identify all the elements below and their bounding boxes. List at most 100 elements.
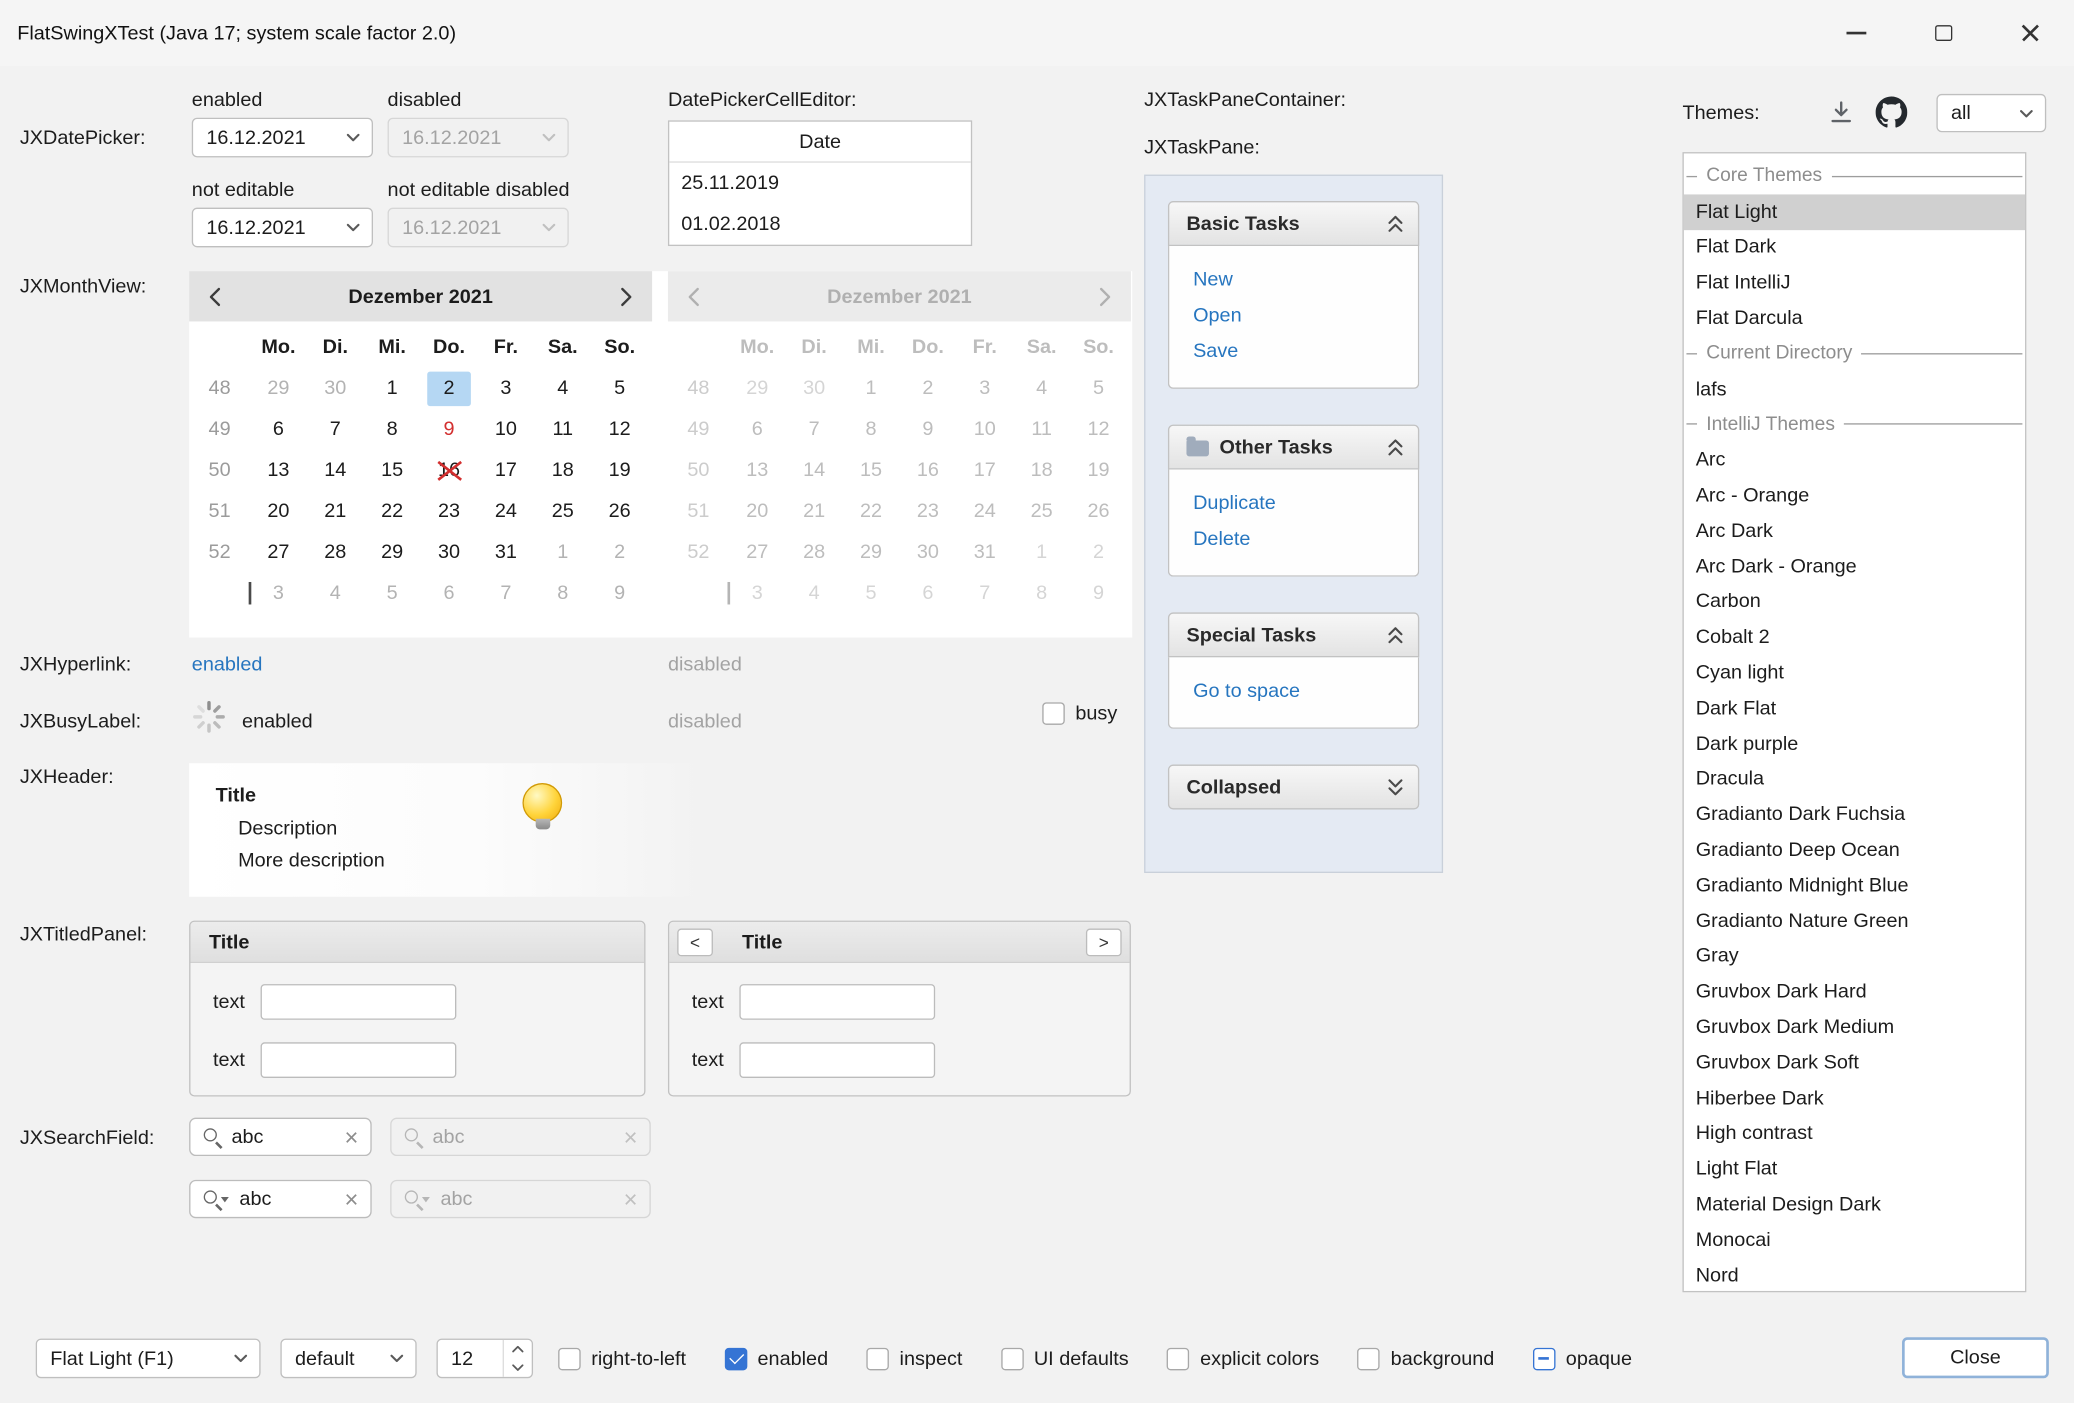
datepicker-enabled[interactable]: 16.12.2021 (192, 118, 373, 158)
search-input[interactable] (239, 1188, 335, 1210)
text-input[interactable] (261, 1042, 457, 1078)
calendar-day[interactable]: 1 (364, 368, 421, 409)
search-field-enabled[interactable]: × (189, 1118, 372, 1156)
calendar-day[interactable]: 5 (364, 573, 421, 614)
look-and-feel-combo[interactable]: Flat Light (F1) (36, 1339, 261, 1379)
checkbox-background[interactable]: background (1358, 1347, 1495, 1369)
checkbox-ui-defaults[interactable]: UI defaults (1001, 1347, 1129, 1369)
theme-item[interactable]: High contrast (1684, 1116, 2025, 1151)
hyperlink-enabled[interactable]: enabled (192, 653, 263, 675)
calendar-day[interactable]: 29 (364, 532, 421, 573)
checkbox-box[interactable] (1167, 1347, 1189, 1369)
theme-item[interactable]: Cyan light (1684, 655, 2025, 690)
theme-item[interactable]: Nord (1684, 1257, 2025, 1292)
theme-item[interactable]: Cobalt 2 (1684, 619, 2025, 654)
next-month-button[interactable] (620, 286, 632, 306)
taskpane-link[interactable]: Open (1193, 298, 1418, 334)
theme-item[interactable]: Arc (1684, 442, 2025, 477)
calendar-day[interactable]: 23 (421, 491, 478, 532)
checkbox-box[interactable] (724, 1347, 746, 1369)
theme-item[interactable]: Light Flat (1684, 1151, 2025, 1186)
checkbox-enabled[interactable]: enabled (724, 1347, 828, 1369)
calendar-day[interactable]: 29 (250, 368, 307, 409)
datepicker-not-editable[interactable]: 16.12.2021 (192, 208, 373, 248)
calendar-day[interactable]: 21 (307, 491, 364, 532)
font-family-combo[interactable]: default (280, 1339, 416, 1379)
table-row[interactable]: 01.02.2018 (669, 204, 971, 245)
table-row[interactable]: 25.11.2019 (669, 163, 971, 204)
calendar-day[interactable]: 31 (477, 532, 534, 573)
calendar-day[interactable]: 22 (364, 491, 421, 532)
calendar-day[interactable]: 24 (477, 491, 534, 532)
theme-item[interactable]: Dark purple (1684, 726, 2025, 761)
checkbox-explicit-colors[interactable]: explicit colors (1167, 1347, 1319, 1369)
taskpane-titlebar[interactable]: Basic Tasks (1168, 201, 1419, 246)
theme-item[interactable]: Gray (1684, 938, 2025, 973)
taskpane-titlebar[interactable]: Collapsed (1168, 765, 1419, 810)
theme-item[interactable]: Gradianto Midnight Blue (1684, 868, 2025, 903)
calendar-day[interactable]: 19 (591, 450, 648, 491)
clear-icon[interactable]: × (345, 1187, 359, 1211)
calendar-day[interactable]: 6 (421, 573, 478, 614)
chevron-down-icon[interactable] (234, 1354, 247, 1362)
calendar-day[interactable]: 3 (477, 368, 534, 409)
calendar-day[interactable]: 6 (250, 409, 307, 450)
font-size-spinner[interactable]: 12 (436, 1339, 533, 1379)
taskpane-link[interactable]: Save (1193, 333, 1418, 369)
theme-item[interactable]: Monocai (1684, 1222, 2025, 1257)
chevron-down-icon[interactable] (390, 1354, 403, 1362)
github-icon[interactable] (1874, 95, 1908, 129)
next-button[interactable]: > (1086, 928, 1122, 956)
calendar-day[interactable]: 18 (534, 450, 591, 491)
calendar-day[interactable]: 3 (250, 573, 307, 614)
chevron-down-icon[interactable] (2020, 109, 2033, 117)
close-button[interactable]: Close (1902, 1337, 2049, 1378)
calendar-day[interactable]: 11 (534, 409, 591, 450)
calendar-day[interactable]: 10 (477, 409, 534, 450)
search-input[interactable] (231, 1126, 335, 1148)
calendar-day[interactable]: 2 (421, 368, 478, 409)
calendar-day[interactable]: 30 (421, 532, 478, 573)
calendar-day[interactable]: 17 (477, 450, 534, 491)
spinner-up-button[interactable] (504, 1340, 532, 1359)
calendar-day[interactable]: 4 (534, 368, 591, 409)
maximize-button[interactable] (1899, 0, 1986, 66)
checkbox-box[interactable] (1358, 1347, 1380, 1369)
calendar-day[interactable]: 14 (307, 450, 364, 491)
text-input[interactable] (740, 1042, 936, 1078)
theme-item[interactable]: Carbon (1684, 584, 2025, 619)
taskpane-link[interactable]: New (1193, 262, 1418, 298)
theme-item[interactable]: Gruvbox Dark Hard (1684, 974, 2025, 1009)
collapse-icon[interactable] (1388, 214, 1404, 233)
checkbox-box[interactable] (558, 1347, 580, 1369)
calendar-day[interactable]: 8 (534, 573, 591, 614)
calendar-day[interactable]: 20 (250, 491, 307, 532)
calendar-day[interactable]: 5 (591, 368, 648, 409)
close-window-button[interactable] (1987, 0, 2074, 66)
theme-item[interactable]: Gruvbox Dark Medium (1684, 1009, 2025, 1044)
checkbox-box[interactable] (1001, 1347, 1023, 1369)
search-menu-icon[interactable] (202, 1189, 230, 1209)
calendar-day[interactable]: 15 (364, 450, 421, 491)
taskpane-link[interactable]: Delete (1193, 521, 1418, 557)
theme-item[interactable]: Arc Dark (1684, 513, 2025, 548)
text-input[interactable] (261, 984, 457, 1020)
prev-button[interactable]: < (677, 928, 713, 956)
theme-item[interactable]: lafs (1684, 371, 2025, 406)
theme-item[interactable]: Gradianto Dark Fuchsia (1684, 797, 2025, 832)
checkbox-busy[interactable]: busy (1042, 702, 1117, 724)
minimize-button[interactable] (1812, 0, 1899, 66)
expand-icon[interactable] (1388, 778, 1404, 797)
theme-item[interactable]: Arc Dark - Orange (1684, 549, 2025, 584)
download-icon[interactable] (1825, 97, 1857, 129)
theme-item[interactable]: Dracula (1684, 761, 2025, 796)
calendar-day[interactable]: 13 (250, 450, 307, 491)
taskpane-titlebar[interactable]: Other Tasks (1168, 425, 1419, 470)
calendar-day[interactable]: 7 (307, 409, 364, 450)
theme-item[interactable]: Gradianto Deep Ocean (1684, 832, 2025, 867)
collapse-icon[interactable] (1388, 438, 1404, 457)
calendar-day[interactable]: 12 (591, 409, 648, 450)
search-field-menu-enabled[interactable]: × (189, 1180, 372, 1218)
calendar-day[interactable]: 27 (250, 532, 307, 573)
calendar-day[interactable]: 4 (307, 573, 364, 614)
